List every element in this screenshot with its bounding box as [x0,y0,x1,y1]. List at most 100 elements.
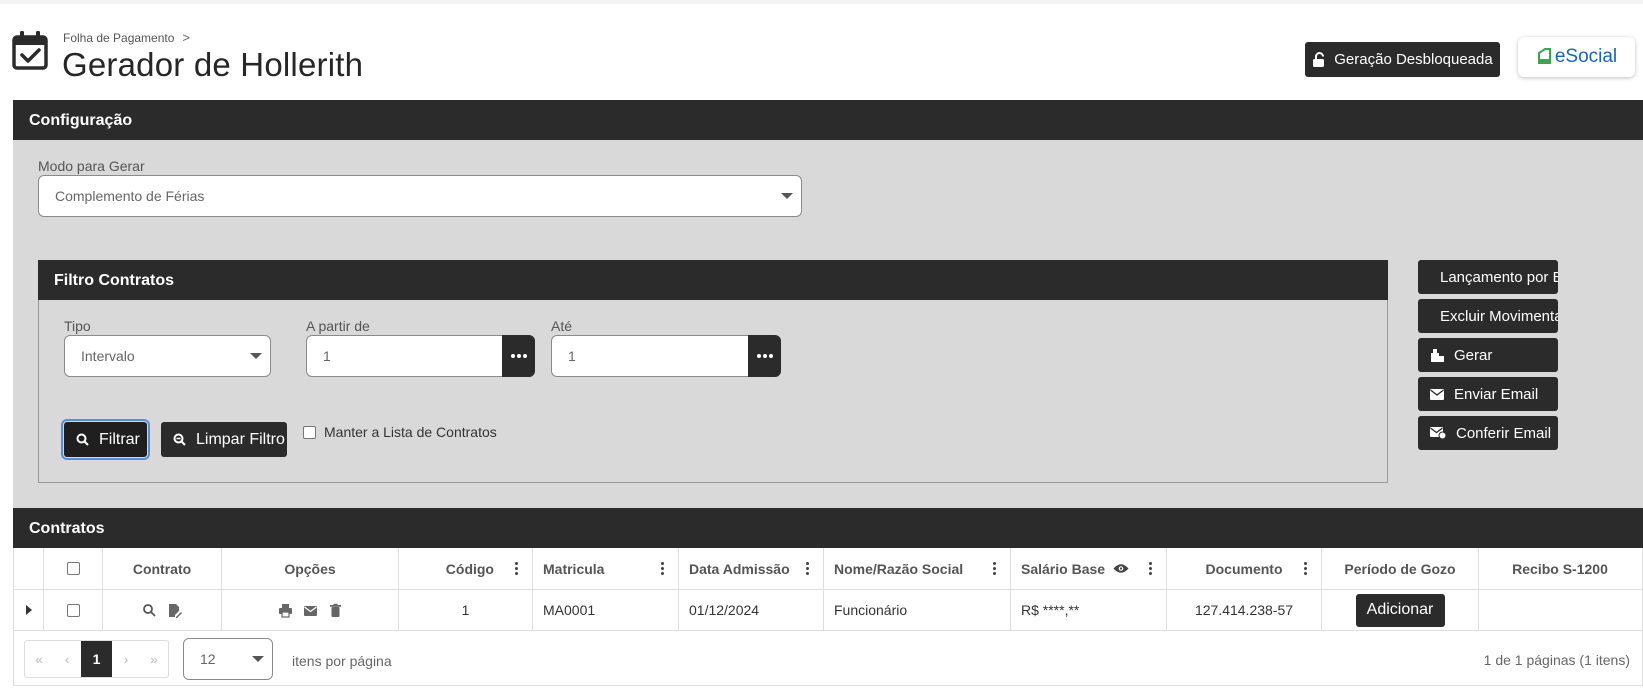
column-header-codigo[interactable]: Código [399,548,533,589]
codigo-cell: 1 [399,590,533,630]
send-email-button[interactable]: Enviar Email [1418,377,1558,411]
search-icon[interactable] [142,603,157,618]
delete-movement-label: Excluir Movimentação [1440,307,1558,325]
next-page-button[interactable]: › [112,641,140,677]
opcoes-cell [222,590,399,630]
recibo-cell [1479,590,1641,630]
print-icon[interactable] [278,603,293,618]
search-icon [76,433,89,446]
type-label: Tipo [64,318,91,334]
from-input-group: 1 [306,335,535,377]
from-label: A partir de [306,318,370,334]
column-header-nome-label: Nome/Razão Social [834,560,964,577]
expand-column-header [14,548,44,589]
periodo-cell: Adicionar [1322,590,1479,630]
chevron-down-icon [781,193,793,199]
data-admissao-cell: 01/12/2024 [679,590,824,630]
column-header-salario[interactable]: Salário Base [1011,548,1167,589]
breadcrumb-item-folha[interactable]: Folha de Pagamento [63,31,174,45]
mode-select[interactable]: Complemento de Férias [38,175,802,217]
type-select[interactable]: Intervalo [64,335,271,377]
column-header-documento[interactable]: Documento [1167,548,1322,589]
select-all-checkbox[interactable] [66,562,80,575]
check-email-button[interactable]: Conferir Email [1418,416,1558,450]
first-page-button[interactable]: « [25,641,53,677]
eye-icon[interactable] [1113,563,1129,574]
column-header-recibo[interactable]: Recibo S-1200 [1479,548,1641,589]
column-header-salario-label: Salário Base [1021,560,1106,577]
from-input[interactable]: 1 [306,335,502,377]
type-select-value: Intervalo [81,348,135,364]
select-all-column [44,548,103,589]
envelope-icon[interactable] [303,603,318,618]
send-email-label: Enviar Email [1454,385,1539,403]
column-header-documento-label: Documento [1205,560,1283,577]
items-per-page-label: itens por página [292,653,392,669]
envelope-check-icon [1430,427,1446,439]
chevron-down-icon [250,353,262,359]
column-header-opcoes[interactable]: Opções [222,548,399,589]
row-select-cell [44,590,103,630]
contracts-grid: Contrato Opções Código Matricula Data Ad… [13,548,1643,631]
generation-unlocked-label: Geração Desbloqueada [1334,51,1493,68]
keep-list-option[interactable]: Manter a Lista de Contratos [303,424,497,440]
event-launch-label: Lançamento por Evento [1440,268,1558,286]
prev-page-button[interactable]: ‹ [53,641,81,677]
column-menu-icon[interactable] [806,561,809,575]
page-info: 1 de 1 páginas (1 itens) [1483,652,1630,668]
column-menu-icon[interactable] [993,561,996,575]
column-header-contrato[interactable]: Contrato [103,548,222,589]
generate-button[interactable]: Gerar [1418,338,1558,372]
clear-filter-label: Limpar Filtro [196,430,285,448]
column-header-nome[interactable]: Nome/Razão Social [824,548,1011,589]
column-menu-icon[interactable] [1304,561,1307,575]
salario-cell: R$ ****,** [1011,590,1167,630]
filter-button-label: Filtrar [99,430,140,448]
top-border [0,0,1643,4]
trash-icon[interactable] [328,603,343,618]
search-minus-icon [173,433,186,446]
page-size-select[interactable]: 12 [183,638,273,680]
contrato-cell [103,590,222,630]
column-header-matricula-label: Matricula [543,560,605,577]
grid-header-row: Contrato Opções Código Matricula Data Ad… [14,548,1642,590]
column-header-codigo-label: Código [445,560,494,577]
column-header-periodo[interactable]: Período de Gozo [1322,548,1479,589]
current-page-button[interactable]: 1 [81,641,112,677]
generate-label: Gerar [1454,346,1493,364]
clear-filter-button[interactable]: Limpar Filtro [161,422,287,457]
column-menu-icon[interactable] [661,561,664,575]
esocial-button[interactable]: eSocial [1518,37,1635,77]
filter-button[interactable]: Filtrar [61,419,150,460]
last-page-button[interactable]: » [140,641,168,677]
keep-list-label: Manter a Lista de Contratos [324,424,497,440]
config-section-header: Configuração [13,100,1643,140]
calendar-check-icon [12,31,48,70]
to-input[interactable]: 1 [551,335,748,377]
delete-movement-button[interactable]: Excluir Movimentação [1418,299,1558,333]
edit-document-icon[interactable] [167,603,182,618]
to-label: Até [551,318,573,334]
esocial-logo-icon [1537,48,1551,64]
from-lookup-button[interactable] [502,335,535,377]
event-launch-button[interactable]: Lançamento por Evento [1418,260,1558,294]
column-header-data-admissao[interactable]: Data Admissão [679,548,824,589]
to-input-group: 1 [551,335,781,377]
esocial-label: eSocial [1554,46,1618,67]
mode-label: Modo para Gerar [38,158,145,174]
column-header-matricula[interactable]: Matricula [533,548,679,589]
generation-unlocked-button[interactable]: Geração Desbloqueada [1305,42,1500,77]
envelope-icon [1430,388,1444,400]
row-checkbox[interactable] [66,603,80,617]
column-menu-icon[interactable] [515,561,518,575]
contracts-section-header: Contratos [13,508,1643,548]
column-menu-icon[interactable] [1149,561,1152,575]
nome-cell: Funcionário [824,590,1011,630]
chevron-down-icon [252,656,264,662]
add-period-button[interactable]: Adicionar [1355,593,1445,627]
expand-row-cell[interactable] [14,590,44,630]
keep-list-checkbox[interactable] [303,425,316,439]
table-row[interactable]: 1 MA0001 01/12/2024 Funcionário R$ ****,… [14,590,1642,631]
expand-arrow-icon[interactable] [25,605,32,615]
to-lookup-button[interactable] [748,335,781,377]
